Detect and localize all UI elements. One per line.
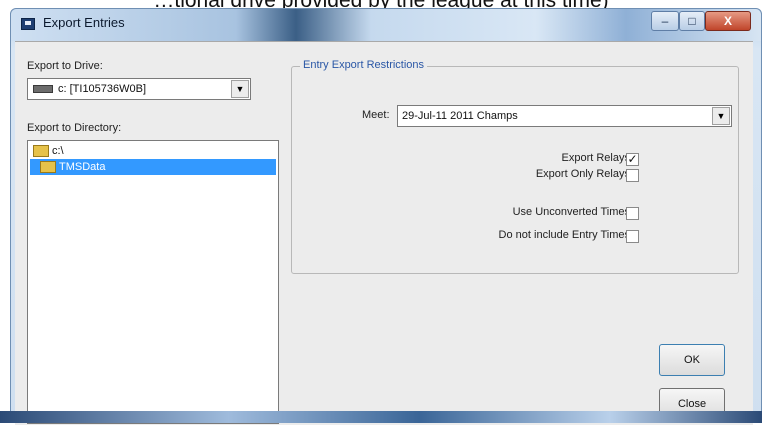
ok-button[interactable]: OK bbox=[659, 344, 725, 376]
title-bar[interactable]: Export Entries – □ X bbox=[11, 9, 761, 41]
use-unconverted-times-label: Use Unconverted Times bbox=[512, 206, 630, 218]
export-directory-label: Export to Directory: bbox=[27, 122, 122, 134]
use-unconverted-times-checkbox[interactable] bbox=[626, 207, 639, 220]
export-drive-label: Export to Drive: bbox=[27, 60, 103, 72]
do-not-include-entry-times-checkbox[interactable] bbox=[626, 230, 639, 243]
chevron-down-icon[interactable]: ▼ bbox=[231, 80, 249, 98]
meet-label: Meet: bbox=[362, 109, 390, 121]
window-title: Export Entries bbox=[43, 15, 125, 30]
directory-label: TMSData bbox=[59, 161, 106, 173]
hard-drive-icon bbox=[33, 85, 53, 93]
directory-item-selected[interactable]: TMSData bbox=[30, 159, 276, 175]
taskbar-strip bbox=[0, 411, 762, 423]
drive-value: c: [TI105736W0B] bbox=[58, 83, 147, 95]
export-only-relays-label: Export Only Relays bbox=[535, 168, 630, 180]
directory-list[interactable]: c:\ TMSData bbox=[27, 140, 279, 424]
entry-export-restrictions-group: Entry Export Restrictions Meet: 29-Jul-1… bbox=[291, 59, 739, 274]
minimize-button[interactable]: – bbox=[651, 11, 679, 31]
folder-open-icon bbox=[33, 145, 49, 158]
maximize-button[interactable]: □ bbox=[679, 11, 705, 31]
dialog-client-area: Export to Drive: c: [TI105736W0B] ▼ Expo… bbox=[15, 41, 753, 425]
meet-value: 29-Jul-11 2011 Champs bbox=[402, 110, 518, 122]
directory-item[interactable]: c:\ bbox=[30, 143, 64, 159]
export-relays-checkbox[interactable]: ✓ bbox=[626, 153, 639, 166]
directory-label: c:\ bbox=[52, 145, 64, 157]
export-relays-label: Export Relays bbox=[561, 152, 630, 164]
group-title: Entry Export Restrictions bbox=[300, 59, 428, 71]
folder-icon bbox=[40, 161, 56, 174]
export-only-relays-checkbox[interactable] bbox=[626, 169, 639, 182]
meet-select[interactable]: 29-Jul-11 2011 Champs ▼ bbox=[397, 105, 732, 127]
app-icon bbox=[21, 18, 35, 30]
drive-select[interactable]: c: [TI105736W0B] ▼ bbox=[27, 78, 251, 100]
export-entries-window: Export Entries – □ X Export to Drive: c:… bbox=[10, 8, 762, 425]
do-not-include-entry-times-label: Do not include Entry Times bbox=[498, 229, 630, 241]
close-window-button[interactable]: X bbox=[705, 11, 751, 31]
chevron-down-icon[interactable]: ▼ bbox=[712, 107, 730, 125]
